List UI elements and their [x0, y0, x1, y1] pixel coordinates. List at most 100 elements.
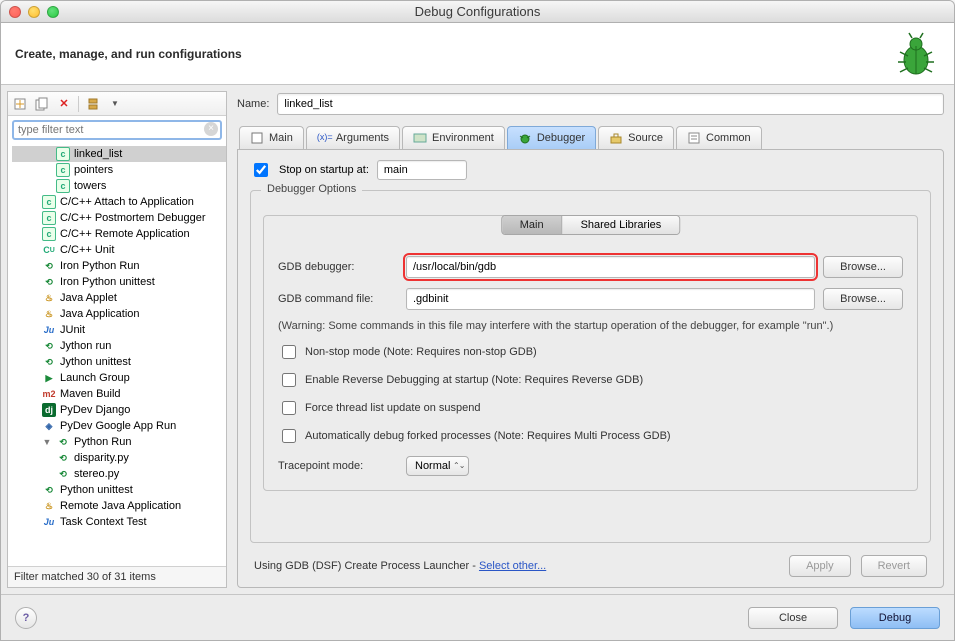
option-label: Non-stop mode (Note: Requires non-stop G… — [305, 346, 537, 358]
option-checkbox[interactable] — [282, 429, 296, 443]
banner: Create, manage, and run configurations — [1, 23, 954, 85]
arguments-tab-icon: (x)= — [317, 131, 331, 145]
source-tab-icon — [609, 131, 623, 145]
tree-item-label: stereo.py — [74, 468, 119, 480]
tree-item[interactable]: ⟲Jython unittest — [12, 354, 226, 370]
footer: ? Close Debug — [1, 594, 954, 640]
tab-label: Main — [269, 132, 293, 144]
tree-item[interactable]: ⟲Iron Python unittest — [12, 274, 226, 290]
help-button[interactable]: ? — [15, 607, 37, 629]
tree-item[interactable]: ⟲Python unittest — [12, 482, 226, 498]
window-title: Debug Configurations — [1, 4, 954, 19]
tree-item-label: JUnit — [60, 324, 85, 336]
tree-item[interactable]: ♨Java Applet — [12, 290, 226, 306]
inner-tab-shared-libraries[interactable]: Shared Libraries — [562, 216, 680, 234]
tab-label: Debugger — [537, 132, 585, 144]
tree-item[interactable]: cC/C++ Remote Application — [12, 226, 226, 242]
left-toolbar: ✕ ▼ — [8, 92, 226, 116]
tree-item[interactable]: ◈PyDev Google App Run — [12, 418, 226, 434]
stop-on-startup-checkbox[interactable] — [254, 163, 268, 177]
name-row: Name: — [233, 91, 948, 121]
option-checkbox-row: Automatically debug forked processes (No… — [278, 426, 903, 446]
tree-item[interactable]: djPyDev Django — [12, 402, 226, 418]
debug-button[interactable]: Debug — [850, 607, 940, 629]
debugger-options-group: Debugger Options Main Shared Libraries G… — [250, 190, 931, 543]
tree-item[interactable]: ⟲Iron Python Run — [12, 258, 226, 274]
debugger-options-legend: Debugger Options — [261, 183, 362, 195]
select-other-link[interactable]: Select other... — [479, 560, 546, 572]
tree-item[interactable]: JuTask Context Test — [12, 514, 226, 530]
tree-item[interactable]: ▶Launch Group — [12, 370, 226, 386]
duplicate-icon[interactable] — [34, 96, 50, 112]
disclosure-icon[interactable]: ▼ — [42, 437, 52, 447]
tree-item[interactable]: ▼⟲Python Run — [12, 434, 226, 450]
option-checkbox[interactable] — [282, 345, 296, 359]
option-checkbox[interactable] — [282, 401, 296, 415]
tree-item[interactable]: JuJUnit — [12, 322, 226, 338]
inner-tabbar: Main Shared Libraries — [501, 215, 681, 235]
filter-wrap: × — [8, 116, 226, 144]
separator — [78, 96, 79, 112]
tab-environment[interactable]: Environment — [402, 126, 505, 149]
tab-arguments[interactable]: (x)=Arguments — [306, 126, 400, 149]
chevron-down-icon[interactable]: ▼ — [107, 96, 123, 112]
tree-item-label: towers — [74, 180, 106, 192]
gdb-command-label: GDB command file: — [278, 293, 398, 305]
delete-icon[interactable]: ✕ — [56, 96, 72, 112]
filter-status: Filter matched 30 of 31 items — [8, 566, 226, 587]
right-panel: Name: Main (x)=ArgumentsEnvironment Debugg… — [233, 91, 948, 588]
tree-item-label: Maven Build — [60, 388, 121, 400]
lower-actions: Using GDB (DSF) Create Process Launcher … — [254, 555, 927, 577]
tree-item[interactable]: ⟲disparity.py — [12, 450, 226, 466]
tabbar: Main (x)=ArgumentsEnvironment Debugger Sour… — [233, 121, 948, 149]
tab-main[interactable]: Main — [239, 126, 304, 149]
stop-on-startup-row: Stop on startup at: — [250, 160, 931, 180]
config-tree[interactable]: clinked_listcpointersctowerscC/C++ Attac… — [8, 144, 226, 566]
tab-source[interactable]: Source — [598, 126, 674, 149]
revert-button[interactable]: Revert — [861, 555, 927, 577]
titlebar: Debug Configurations — [1, 1, 954, 23]
tree-item[interactable]: ctowers — [12, 178, 226, 194]
inner-panel: Main Shared Libraries GDB debugger: Brow… — [263, 215, 918, 491]
close-button[interactable]: Close — [748, 607, 838, 629]
gdb-command-input[interactable] — [406, 288, 815, 310]
option-label: Enable Reverse Debugging at startup (Not… — [305, 374, 643, 386]
tree-item-label: C/C++ Remote Application — [60, 228, 190, 240]
gdb-debugger-browse-button[interactable]: Browse... — [823, 256, 903, 278]
tree-item[interactable]: ♨Java Application — [12, 306, 226, 322]
gdb-debugger-input[interactable] — [406, 256, 815, 278]
tree-item-label: disparity.py — [74, 452, 129, 464]
gdb-command-browse-button[interactable]: Browse... — [823, 288, 903, 310]
tree-item[interactable]: m2Maven Build — [12, 386, 226, 402]
body: ✕ ▼ × clinked_listcpointersctowerscC/C++… — [1, 85, 954, 594]
tree-item-label: Jython unittest — [60, 356, 131, 368]
tree-item-label: linked_list — [74, 148, 122, 160]
tree-item[interactable]: ♨Remote Java Application — [12, 498, 226, 514]
debugger-tab-icon — [518, 131, 532, 145]
tree-item-label: pointers — [74, 164, 113, 176]
clear-filter-icon[interactable]: × — [204, 122, 218, 136]
inner-tab-main[interactable]: Main — [502, 216, 562, 234]
new-config-icon[interactable] — [12, 96, 28, 112]
filter-input[interactable] — [12, 120, 222, 140]
name-input[interactable] — [277, 93, 944, 115]
tree-item[interactable]: cpointers — [12, 162, 226, 178]
tracepoint-select[interactable]: Normal — [406, 456, 469, 476]
tree-item[interactable]: ⟲Jython run — [12, 338, 226, 354]
launcher-prefix: Using GDB (DSF) Create Process Launcher … — [254, 560, 479, 572]
stop-on-startup-label: Stop on startup at: — [279, 164, 369, 176]
tab-debugger[interactable]: Debugger — [507, 126, 596, 149]
tree-item-label: Remote Java Application — [60, 500, 181, 512]
stop-on-startup-input[interactable] — [377, 160, 467, 180]
option-checkbox[interactable] — [282, 373, 296, 387]
tab-common[interactable]: Common — [676, 126, 762, 149]
tree-item[interactable]: cC/C++ Postmortem Debugger — [12, 210, 226, 226]
collapse-all-icon[interactable] — [85, 96, 101, 112]
apply-button[interactable]: Apply — [789, 555, 851, 577]
tree-item[interactable]: ⟲stereo.py — [12, 466, 226, 482]
tree-item[interactable]: cC/C++ Attach to Application — [12, 194, 226, 210]
common-tab-icon — [687, 131, 701, 145]
gdb-debugger-row: GDB debugger: Browse... — [278, 256, 903, 278]
tree-item[interactable]: clinked_list — [12, 146, 226, 162]
tree-item[interactable]: CUC/C++ Unit — [12, 242, 226, 258]
